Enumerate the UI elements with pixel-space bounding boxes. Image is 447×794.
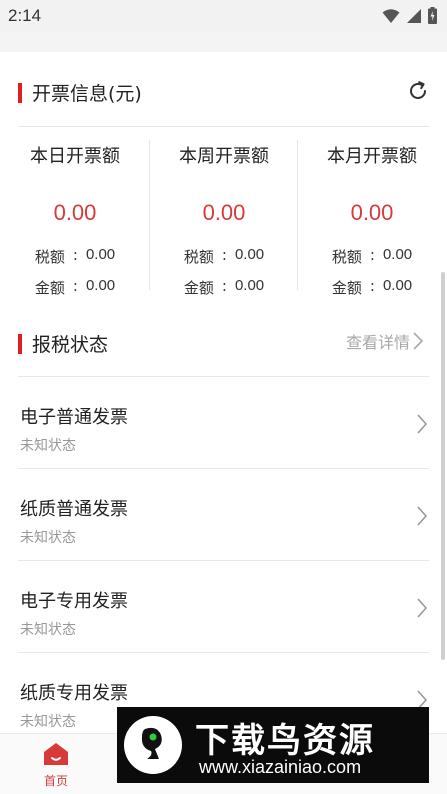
stat-amount: 0.00 (350, 200, 394, 225)
column-separator (149, 140, 150, 290)
total-label: 金额 (34, 279, 65, 297)
chevron-right-icon (417, 598, 428, 618)
list-item-title: 纸质普通发票 (20, 499, 128, 520)
list-item-paper-general-invoice[interactable]: 纸质普通发票 未知状态 (18, 469, 429, 561)
refresh-icon[interactable] (406, 79, 430, 103)
chevron-right-icon (417, 414, 428, 434)
total-value: 0.00 (382, 277, 413, 294)
column-separator (297, 140, 298, 290)
list-item-title: 纸质专用发票 (20, 683, 128, 704)
view-details-label: 查看详情 (346, 333, 411, 352)
view-details-link[interactable]: 查看详情 (346, 329, 424, 353)
stat-tax-line: 税额 : 0.00 (307, 246, 437, 267)
separator: : (72, 277, 78, 295)
wifi-icon (382, 8, 400, 23)
separator: : (369, 246, 375, 264)
separator: : (369, 277, 375, 295)
watermark-banner: 下载鸟资源 www.xiazainiao.com (117, 707, 429, 783)
list-item-status: 未知状态 (20, 438, 76, 454)
stat-weekly: 本周开票额 0.00 税额 : 0.00 金额 : 0.00 (159, 140, 289, 298)
separator: : (221, 277, 227, 295)
list-item-e-general-invoice[interactable]: 电子普通发票 未知状态 (18, 377, 429, 469)
watermark-url: www.xiazainiao.com (199, 757, 362, 777)
top-gap (0, 32, 447, 52)
scrollbar[interactable] (441, 272, 445, 660)
section-accent-bar (18, 333, 22, 354)
watermark-title: 下载鸟资源 (195, 721, 375, 761)
separator: : (72, 246, 78, 264)
signal-icon (407, 8, 421, 23)
home-icon (44, 743, 68, 765)
total-label: 金额 (331, 279, 362, 297)
stat-daily: 本日开票额 0.00 税额 : 0.00 金额 : 0.00 (10, 140, 140, 298)
stat-total-line: 金额 : 0.00 (307, 277, 437, 298)
total-value: 0.00 (85, 277, 116, 294)
status-icons (382, 7, 437, 24)
stat-heading: 本周开票额 (179, 146, 269, 167)
tax-value: 0.00 (85, 246, 116, 263)
stat-amount: 0.00 (202, 200, 246, 225)
list-item-status: 未知状态 (20, 622, 76, 638)
section-accent-bar (18, 82, 22, 103)
tax-value: 0.00 (234, 246, 265, 263)
battery-icon (428, 7, 437, 24)
invoice-info-title: 开票信息(元) (18, 79, 142, 106)
list-item-e-special-invoice[interactable]: 电子专用发票 未知状态 (18, 561, 429, 653)
separator: : (221, 246, 227, 264)
stat-total-line: 金额 : 0.00 (10, 277, 140, 298)
stat-monthly: 本月开票额 0.00 税额 : 0.00 金额 : 0.00 (307, 140, 437, 298)
stat-heading: 本月开票额 (327, 146, 417, 167)
tax-value: 0.00 (382, 246, 413, 263)
chevron-right-icon (413, 332, 424, 350)
nav-home-label: 首页 (43, 774, 68, 788)
stat-amount: 0.00 (53, 200, 97, 225)
list-item-title: 电子专用发票 (20, 591, 128, 612)
chevron-right-icon (417, 506, 428, 526)
divider (18, 126, 429, 127)
tax-status-title-text: 报税状态 (32, 334, 109, 356)
status-time: 2:14 (8, 6, 42, 25)
list-item-title: 电子普通发票 (20, 407, 128, 428)
status-bar: 2:14 (0, 0, 447, 32)
stat-heading: 本日开票额 (30, 146, 120, 167)
tax-label: 税额 (331, 248, 362, 266)
invoice-info-title-text: 开票信息(元) (32, 83, 142, 105)
stat-total-line: 金额 : 0.00 (159, 277, 289, 298)
tax-label: 税额 (183, 248, 214, 266)
total-value: 0.00 (234, 277, 265, 294)
nav-home[interactable]: 首页 (34, 742, 78, 789)
list-item-status: 未知状态 (20, 714, 76, 730)
tax-label: 税额 (34, 248, 65, 266)
total-label: 金额 (183, 279, 214, 297)
tax-status-title: 报税状态 (18, 330, 108, 357)
bird-logo-icon (124, 716, 182, 774)
stat-tax-line: 税额 : 0.00 (159, 246, 289, 267)
stat-tax-line: 税额 : 0.00 (10, 246, 140, 267)
list-item-status: 未知状态 (20, 530, 76, 546)
